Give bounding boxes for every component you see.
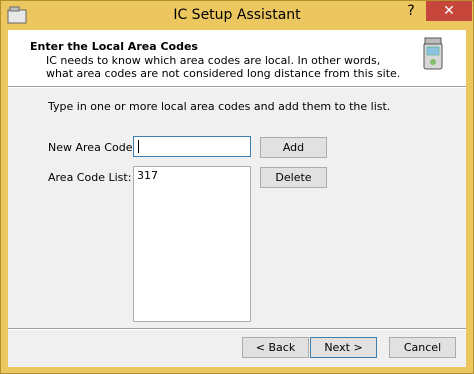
new-area-code-label: New Area Code: bbox=[48, 141, 137, 154]
wizard-header: Enter the Local Area Codes IC needs to k… bbox=[8, 30, 466, 86]
setup-assistant-window: IC Setup Assistant ? ✕ Enter the Local A… bbox=[0, 0, 474, 374]
area-code-list[interactable]: 317 bbox=[133, 166, 251, 322]
close-button[interactable]: ✕ bbox=[426, 1, 472, 21]
add-button[interactable]: Add bbox=[260, 137, 327, 158]
header-title: Enter the Local Area Codes bbox=[30, 40, 198, 53]
delete-button[interactable]: Delete bbox=[260, 167, 327, 188]
header-divider bbox=[8, 86, 466, 88]
phone-setup-icon bbox=[423, 37, 443, 70]
area-code-list-label: Area Code List: bbox=[48, 171, 132, 184]
back-button[interactable]: < Back bbox=[242, 337, 309, 358]
footer-divider bbox=[8, 328, 466, 330]
header-description: IC needs to know which area codes are lo… bbox=[46, 54, 401, 80]
title-bar[interactable]: IC Setup Assistant ? ✕ bbox=[1, 1, 473, 30]
help-button[interactable]: ? bbox=[398, 1, 424, 21]
list-item[interactable]: 317 bbox=[137, 169, 247, 182]
text-caret bbox=[138, 140, 139, 153]
instruction-text: Type in one or more local area codes and… bbox=[48, 100, 391, 113]
cancel-button[interactable]: Cancel bbox=[389, 337, 456, 358]
dialog-client-area: Enter the Local Area Codes IC needs to k… bbox=[8, 30, 466, 367]
new-area-code-input[interactable] bbox=[133, 136, 251, 157]
next-button[interactable]: Next > bbox=[310, 337, 377, 358]
